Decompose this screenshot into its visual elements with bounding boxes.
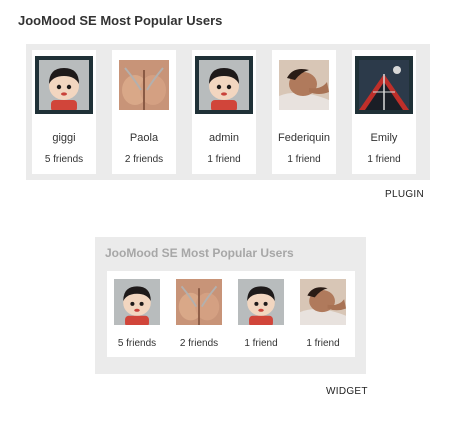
- avatar-frame: [275, 56, 333, 114]
- widget-caption: WIDGET: [326, 386, 368, 397]
- widget-title: JooMood SE Most Popular Users: [105, 246, 294, 260]
- user-card-admin[interactable]: admin 1 friend: [192, 50, 256, 174]
- avatar[interactable]: [279, 60, 329, 110]
- widget-user-item[interactable]: 1 friend: [231, 279, 291, 351]
- cartoon-boy-avatar-icon: [238, 279, 284, 325]
- avatar-frame: [115, 56, 173, 114]
- photo-avatar-icon: [119, 60, 169, 110]
- friend-count: 5 friends: [44, 154, 84, 165]
- avatar[interactable]: [114, 279, 160, 325]
- plugin-panel: giggi 5 friends Paola 2 friends admin 1 …: [26, 44, 430, 180]
- avatar[interactable]: [238, 279, 284, 325]
- plugin-title: JooMood SE Most Popular Users: [18, 13, 223, 28]
- user-card-giggi[interactable]: giggi 5 friends: [32, 50, 96, 174]
- avatar-frame: [355, 56, 413, 114]
- friend-count: 1 friend: [207, 154, 241, 165]
- friend-count: 1 friend: [306, 338, 340, 349]
- plugin-caption: PLUGIN: [385, 189, 425, 200]
- avatar[interactable]: [39, 60, 89, 110]
- user-name[interactable]: giggi: [32, 132, 96, 144]
- avatar[interactable]: [119, 60, 169, 110]
- user-name[interactable]: Paola: [112, 132, 176, 144]
- widget-user-item[interactable]: 1 friend: [293, 279, 353, 351]
- friend-count: 1 friend: [367, 154, 401, 165]
- friend-count: 1 friend: [244, 338, 278, 349]
- avatar-frame: [35, 56, 93, 114]
- friend-count: 2 friends: [179, 338, 219, 349]
- avatar-frame: [195, 56, 253, 114]
- widget-user-item[interactable]: 2 friends: [169, 279, 229, 351]
- photo-avatar-icon: [176, 279, 222, 325]
- artwork-avatar-icon: [359, 60, 409, 110]
- friend-count: 2 friends: [124, 154, 164, 165]
- avatar[interactable]: [359, 60, 409, 110]
- avatar[interactable]: [176, 279, 222, 325]
- avatar[interactable]: [300, 279, 346, 325]
- widget-user-list: 5 friends 2 friends 1 friend 1 friend: [107, 271, 355, 357]
- friend-count: 1 friend: [287, 154, 321, 165]
- cartoon-boy-avatar-icon: [114, 279, 160, 325]
- user-card-federiquin[interactable]: Federiquin 1 friend: [272, 50, 336, 174]
- user-card-paola[interactable]: Paola 2 friends: [112, 50, 176, 174]
- avatar[interactable]: [199, 60, 249, 110]
- user-card-emily[interactable]: Emily 1 friend: [352, 50, 416, 174]
- user-name[interactable]: Federiquin: [272, 132, 336, 144]
- cartoon-boy-avatar-icon: [39, 60, 89, 110]
- friend-count: 5 friends: [117, 338, 157, 349]
- user-name[interactable]: Emily: [352, 132, 416, 144]
- widget-user-item[interactable]: 5 friends: [107, 279, 167, 351]
- photo-avatar-icon: [300, 279, 346, 325]
- cartoon-boy-avatar-icon: [199, 60, 249, 110]
- user-name[interactable]: admin: [192, 132, 256, 144]
- photo-avatar-icon: [279, 60, 329, 110]
